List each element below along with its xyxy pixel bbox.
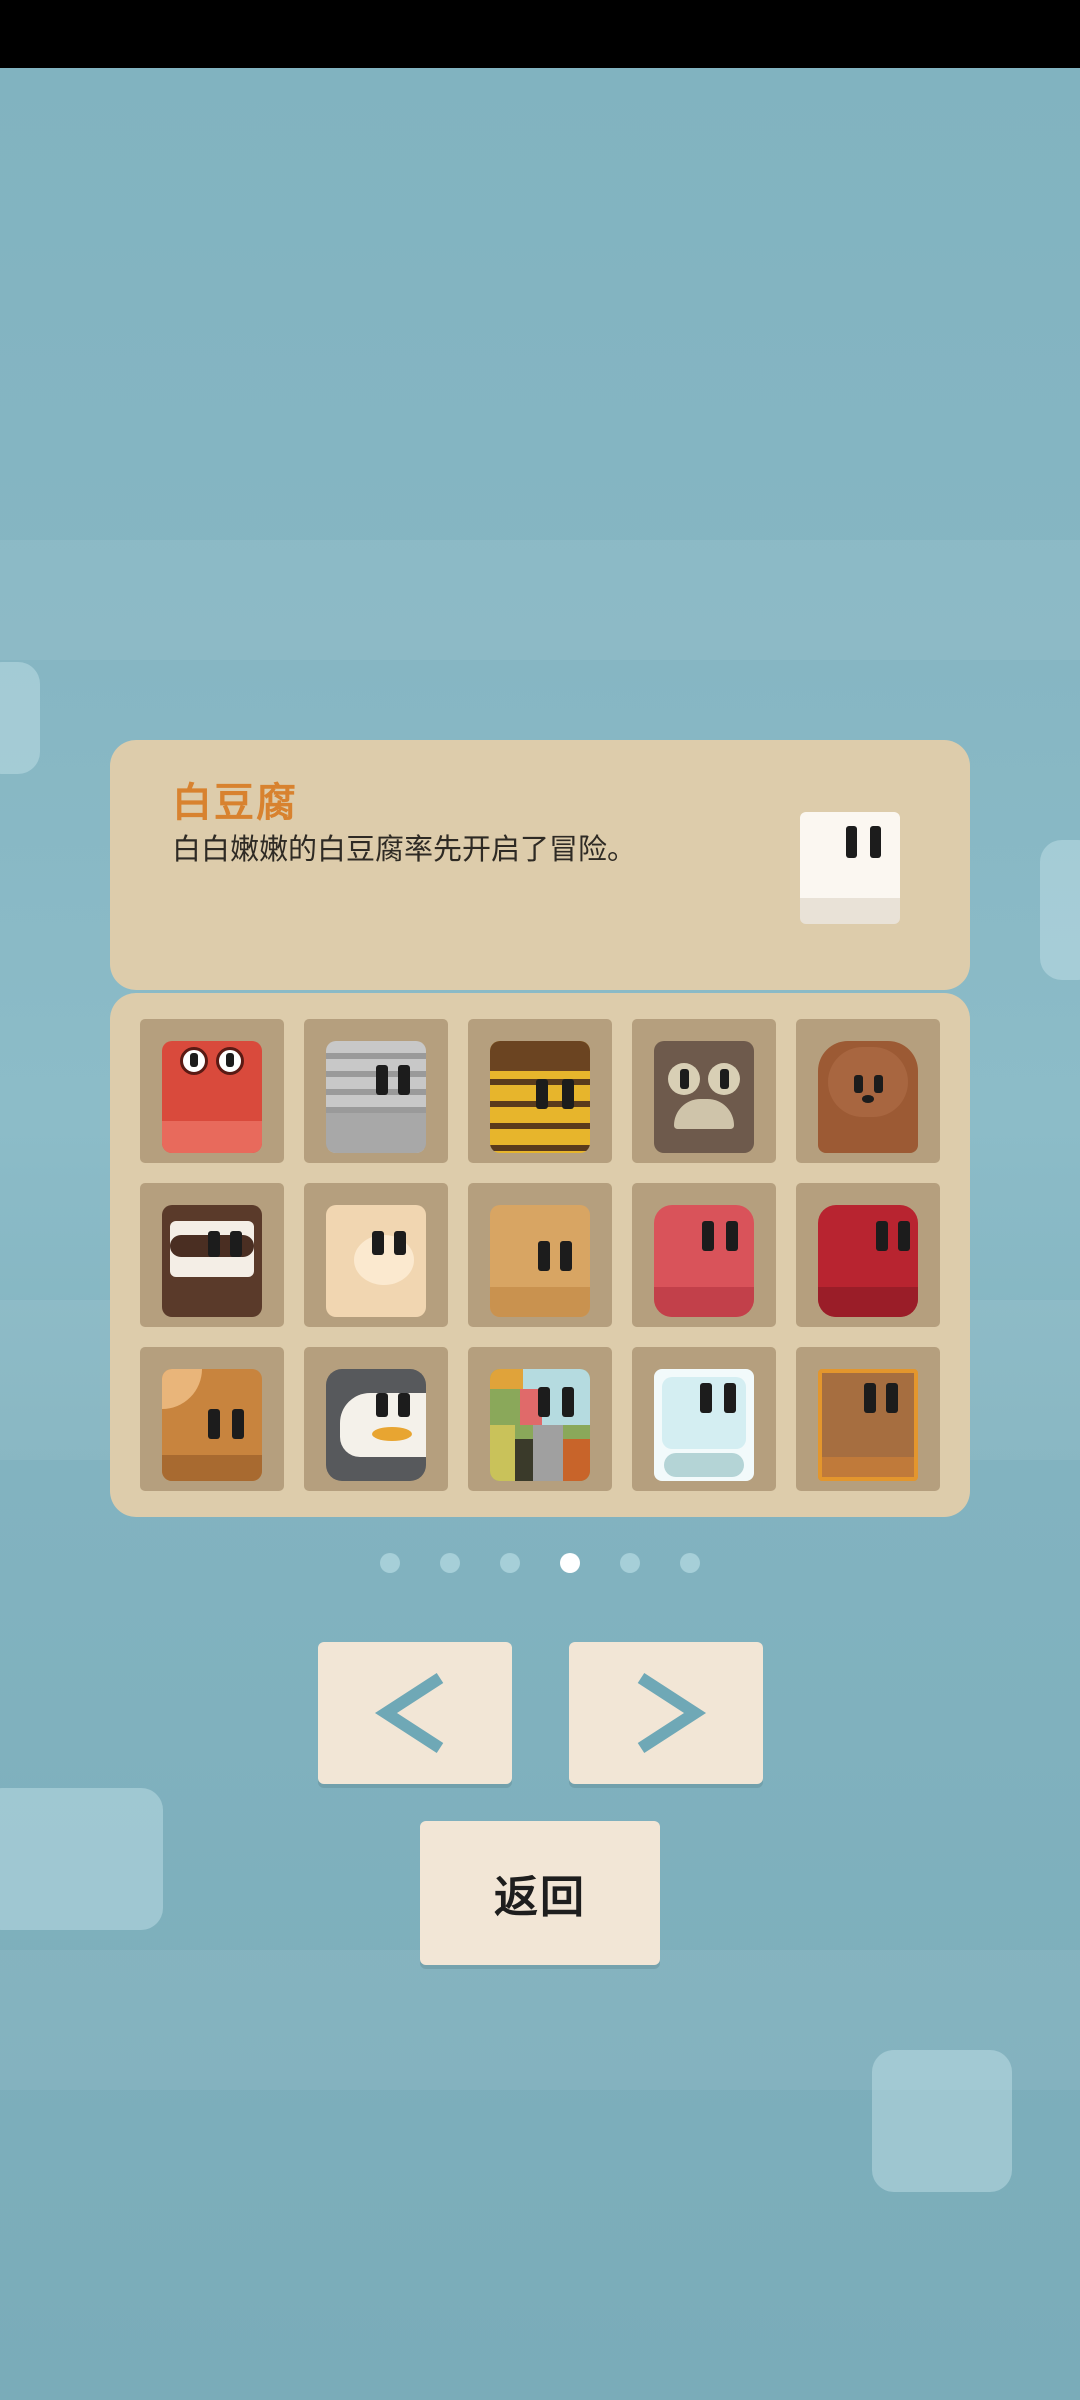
cream-cat-icon <box>326 1205 426 1317</box>
character-tile-tabby-cat[interactable] <box>304 1019 448 1163</box>
page-dot[interactable] <box>380 1553 400 1573</box>
cloud <box>1040 840 1080 980</box>
cloud <box>0 1788 163 1930</box>
chevron-right-icon <box>637 1672 707 1754</box>
poodle-icon <box>818 1041 918 1153</box>
cloud <box>872 2050 1012 2192</box>
character-tile-crab[interactable] <box>140 1019 284 1163</box>
page-dot[interactable] <box>500 1553 520 1573</box>
fox-icon <box>490 1205 590 1317</box>
ice-cube-icon <box>654 1369 754 1481</box>
next-page-button[interactable] <box>569 1642 763 1784</box>
page-dot-active[interactable] <box>560 1553 580 1573</box>
character-info-card: 白豆腐 白白嫩嫩的白豆腐率先开启了冒险。 <box>110 740 970 990</box>
white-tofu-icon <box>800 812 900 924</box>
character-tile-ice-cube[interactable] <box>632 1347 776 1491</box>
wooden-crate-icon <box>818 1369 918 1481</box>
penguin-icon <box>326 1369 426 1481</box>
cloud <box>0 662 40 774</box>
character-tile-poodle[interactable] <box>796 1019 940 1163</box>
character-description: 白白嫩嫩的白豆腐率先开启了冒险。 <box>172 832 637 866</box>
character-tile-penguin[interactable] <box>304 1347 448 1491</box>
character-tile-strawberry[interactable] <box>632 1183 776 1327</box>
owl-icon <box>654 1041 754 1153</box>
page-dot[interactable] <box>620 1553 640 1573</box>
red-octopus-icon <box>818 1205 918 1317</box>
status-bar <box>0 0 1080 68</box>
bee-icon <box>490 1041 590 1153</box>
character-tile-bee[interactable] <box>468 1019 612 1163</box>
chevron-left-icon <box>374 1672 444 1754</box>
strawberry-icon <box>654 1205 754 1317</box>
character-tile-raccoon[interactable] <box>140 1183 284 1327</box>
character-tile-fox[interactable] <box>468 1183 612 1327</box>
raccoon-icon <box>162 1205 262 1317</box>
character-tile-patchwork[interactable] <box>468 1347 612 1491</box>
page-dot[interactable] <box>680 1553 700 1573</box>
page-indicator <box>0 1553 1080 1577</box>
haze-band <box>0 540 1080 660</box>
back-button-label: 返回 <box>494 1872 586 1923</box>
hermit-crab-icon <box>162 1369 262 1481</box>
character-tile-wooden-crate[interactable] <box>796 1347 940 1491</box>
character-tile-cream-cat[interactable] <box>304 1183 448 1327</box>
character-name: 白豆腐 <box>172 780 298 826</box>
page-dot[interactable] <box>440 1553 460 1573</box>
patchwork-icon <box>490 1369 590 1481</box>
tabby-cat-icon <box>326 1041 426 1153</box>
previous-page-button[interactable] <box>318 1642 512 1784</box>
character-grid <box>110 993 970 1517</box>
back-button[interactable]: 返回 <box>420 1821 660 1965</box>
character-tile-hermit-crab[interactable] <box>140 1347 284 1491</box>
character-tile-red-octopus[interactable] <box>796 1183 940 1327</box>
crab-icon <box>162 1041 262 1153</box>
character-tile-owl[interactable] <box>632 1019 776 1163</box>
